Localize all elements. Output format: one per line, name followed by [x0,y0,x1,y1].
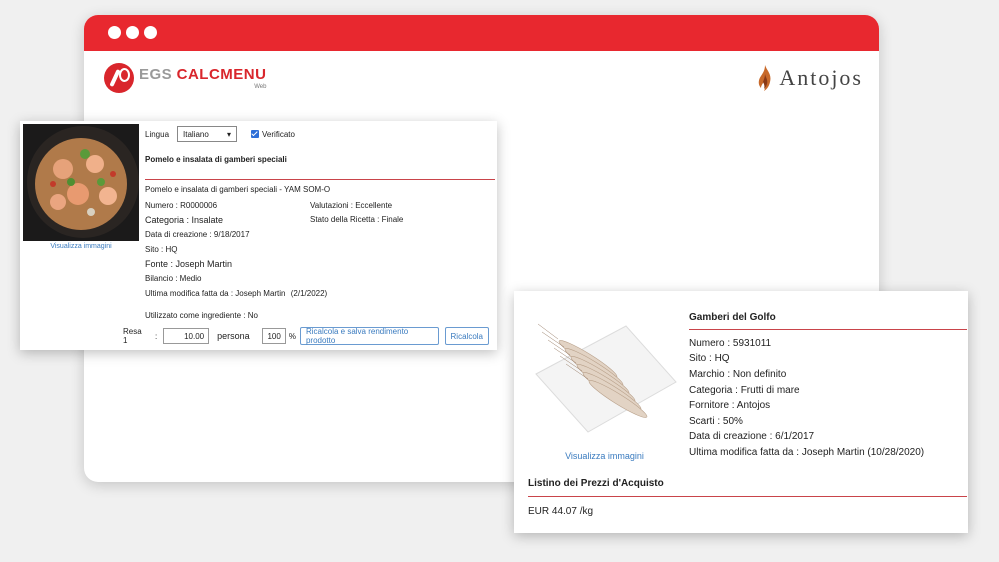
recipe-created-date: Data di creazione : 9/18/2017 [145,230,250,239]
view-images-link[interactable]: Visualizza immagini [528,451,681,461]
window-dot-icon[interactable] [144,26,157,39]
window-dot-icon[interactable] [126,26,139,39]
language-select[interactable]: Italiano ▾ [177,126,238,142]
ingredient-waste: Scarti : 50% [689,416,743,427]
recipe-last-modified-date: (2/1/2022) [290,289,328,298]
recipe-title: Pomelo e insalata di gamberi speciali [145,155,287,164]
flame-icon [759,65,771,91]
yield-input[interactable]: 10.00 [163,328,210,344]
divider [528,496,967,497]
ingredient-image[interactable] [528,304,681,444]
recipe-status: Stato della Ricetta : Finale [310,215,404,224]
recipe-used-as-ingredient: Utilizzato come ingrediente : No [145,311,258,320]
calcmenu-logo-icon [104,63,134,93]
divider [689,329,967,330]
logo-calcmenu-text: CALCMENU [176,65,267,83]
divider [145,179,495,180]
recipe-subtitle: Pomelo e insalata di gamberi speciali - … [145,185,331,194]
recipe-category: Categoria : Insalate [145,215,224,225]
percent-sign: % [288,331,296,341]
yield-colon: : [154,331,158,341]
ingredient-card: Visualizza immagini Gamberi del Golfo Nu… [514,291,968,533]
percent-input[interactable]: 100 [261,328,286,344]
logo-egs-text: EGS [139,65,173,83]
verified-label: Verificato [262,129,295,139]
logo-web-text: Web [254,83,267,90]
recipe-number: Numero : R0000006 [145,201,218,210]
ingredient-category: Categoria : Frutti di mare [689,385,800,396]
verified-checkbox[interactable] [251,130,260,138]
yield-label: Resa 1 [123,327,142,345]
recipe-card: Visualizza immagini Lingua Italiano ▾ Ve… [20,121,497,350]
antojos-logo: Antojos [758,65,863,91]
price-list-title: Listino dei Prezzi d'Acquisto [528,478,664,489]
browser-title-bar [84,15,879,51]
ingredient-created-date: Data di creazione : 6/1/2017 [689,431,815,442]
recipe-site: Sito : HQ [145,245,178,254]
ingredient-last-modified: Ultima modifica fatta da : Joseph Martin… [689,447,925,458]
recipe-balance: Bilancio : Medio [145,274,202,283]
recipe-last-modified-text: Ultima modifica fatta da : Joseph Martin [145,289,286,298]
purchase-price: EUR 44.07 /kg [528,506,594,517]
antojos-logo-text: Antojos [779,65,863,90]
recalculate-save-button[interactable]: Ricalcola e salva rendimento prodotto [299,327,439,345]
recipe-rating: Valutazioni : Eccellente [310,201,393,210]
ingredient-brand: Marchio : Non definito [689,369,787,380]
egs-calcmenu-logo: EGS CALCMENU Web [104,63,266,93]
ingredient-supplier: Fornitore : Antojos [689,400,771,411]
recipe-last-modified: Ultima modifica fatta da : Joseph Martin… [145,289,327,298]
ingredient-site: Sito : HQ [689,353,730,364]
window-dot-icon[interactable] [108,26,121,39]
recalculate-button[interactable]: Ricalcola [444,327,489,345]
language-label: Lingua [145,129,170,139]
ingredient-number: Numero : 5931011 [689,338,772,349]
view-images-link[interactable]: Visualizza immagini [23,243,139,250]
recipe-image[interactable] [23,124,139,241]
recipe-source: Fonte : Joseph Martin [145,259,233,269]
ingredient-title: Gamberi del Golfo [689,312,776,323]
language-select-value: Italiano [183,129,209,139]
chevron-down-icon: ▾ [227,129,232,139]
yield-unit-label: persona [217,331,250,341]
